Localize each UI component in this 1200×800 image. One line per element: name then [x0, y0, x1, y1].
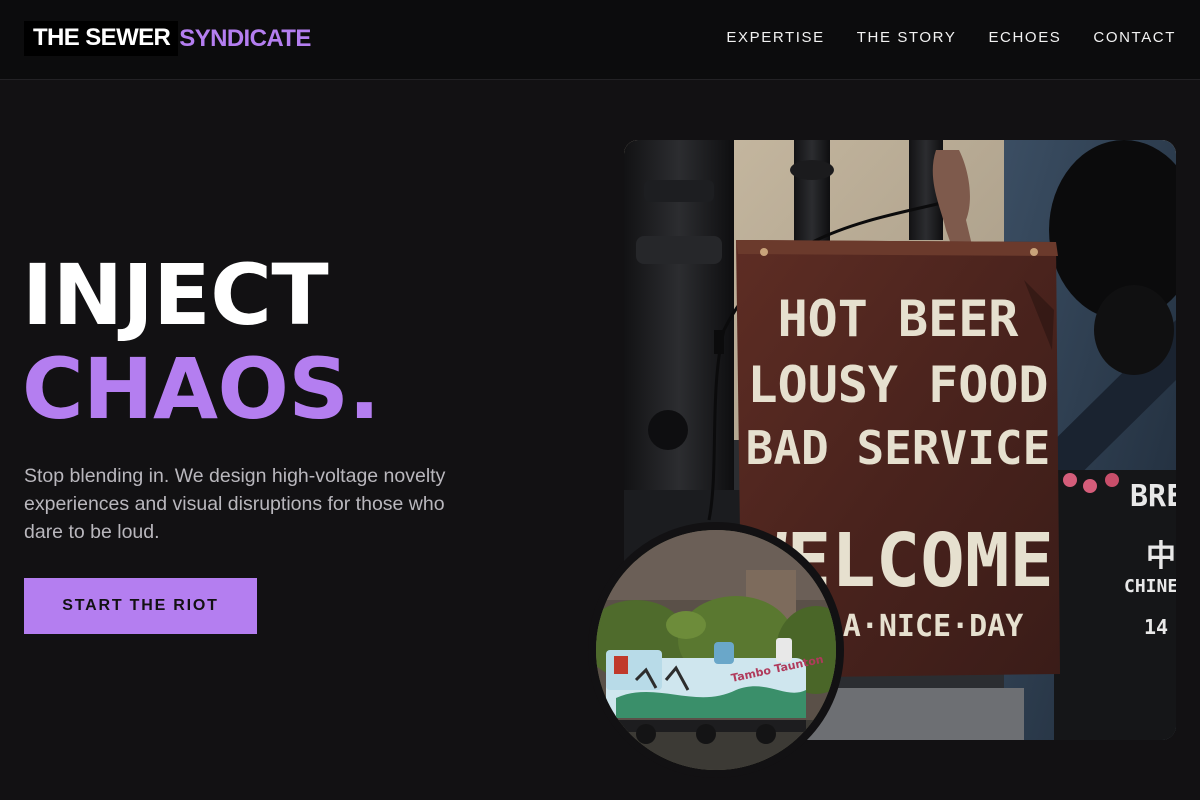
- side-text-2: 中: [1146, 539, 1176, 574]
- side-text-1: BRE: [1130, 479, 1176, 514]
- sign-line-5: ·A·NICE·DAY: [825, 609, 1024, 644]
- hero-title-line2: CHAOS.: [22, 340, 380, 438]
- side-text-3: CHINE: [1124, 576, 1176, 597]
- nav-link-echoes[interactable]: ECHOES: [988, 29, 1061, 46]
- nav-link-contact[interactable]: CONTACT: [1093, 29, 1176, 46]
- main-nav: EXPERTISE THE STORY ECHOES CONTACT: [726, 29, 1176, 46]
- page: THE SEWER SYNDICATE EXPERTISE THE STORY …: [0, 0, 1200, 800]
- nav-link-expertise[interactable]: EXPERTISE: [726, 29, 824, 46]
- start-the-riot-button[interactable]: START THE RIOT: [24, 578, 257, 634]
- painted-train-photo: Tambo Taunton: [596, 530, 836, 770]
- hero-title-line1: INJECT: [22, 246, 329, 344]
- inset-photo: Tambo Taunton: [588, 522, 844, 778]
- logo-text-primary: THE SEWER: [24, 21, 179, 56]
- site-logo[interactable]: THE SEWER SYNDICATE: [24, 21, 311, 56]
- sign-line-2: LOUSY FOOD: [747, 356, 1048, 414]
- logo-text-accent: SYNDICATE: [179, 24, 311, 52]
- nav-link-the-story[interactable]: THE STORY: [857, 29, 957, 46]
- hero-subtitle: Stop blending in. We design high-voltage…: [24, 465, 446, 543]
- sign-line-3: BAD SERVICE: [746, 421, 1051, 475]
- sign-line-1: HOT BEER: [778, 290, 1020, 348]
- side-text-4: 14: [1144, 615, 1168, 639]
- hero-title: INJECT CHAOS.: [22, 248, 380, 436]
- site-header: THE SEWER SYNDICATE EXPERTISE THE STORY …: [0, 0, 1200, 80]
